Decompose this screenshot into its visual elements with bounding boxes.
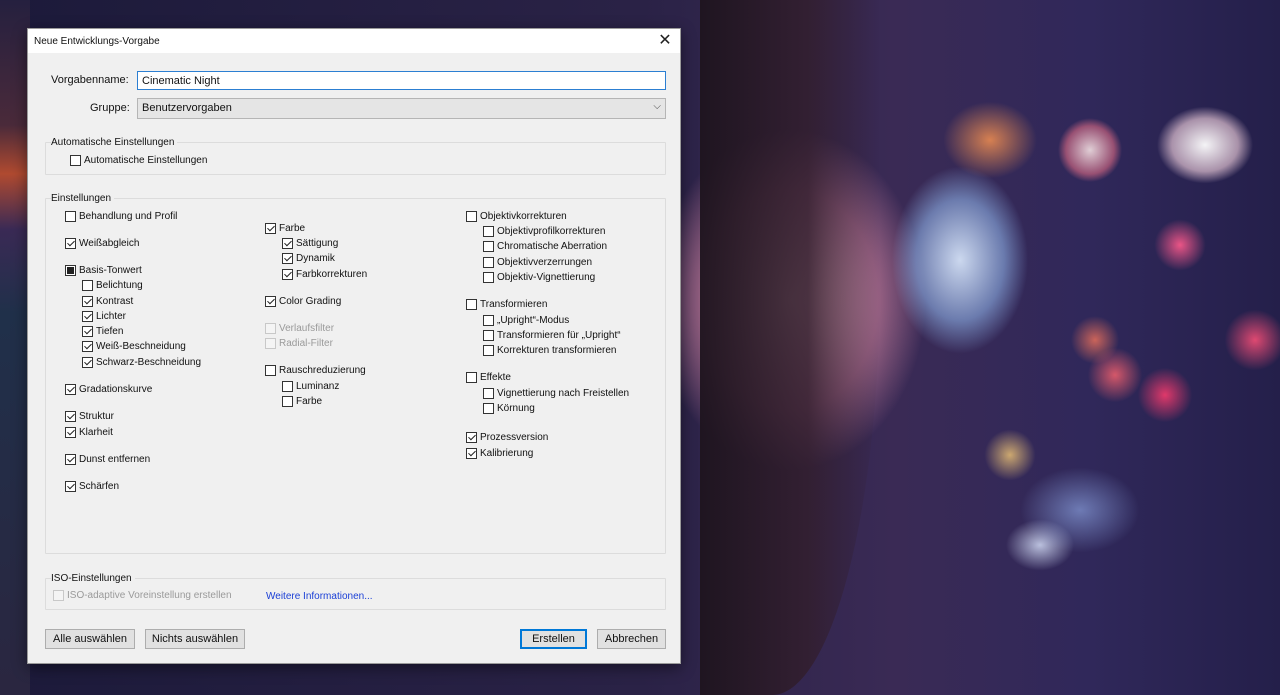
checkbox-schwarz-beschneidung[interactable]: Schwarz-Beschneidung [82, 356, 201, 368]
checkbox-verlaufsfilter[interactable]: Verlaufsfilter [265, 322, 334, 334]
checkbox-kontrast[interactable]: Kontrast [82, 295, 133, 307]
checkbox-objektivprofilkorrekturen[interactable]: Objektivprofilkorrekturen [483, 225, 605, 237]
checkbox-prozessversion[interactable]: Prozessversion [466, 431, 548, 443]
checkbox-schaerfen[interactable]: Schärfen [65, 480, 119, 492]
checkbox-korrekturen-transformieren[interactable]: Korrekturen transformieren [483, 344, 617, 356]
checkbox-transformieren-upright[interactable]: Transformieren für „Upright“ [483, 329, 621, 341]
checkbox-rauschreduzierung[interactable]: Rauschreduzierung [265, 364, 366, 376]
new-develop-preset-dialog: Neue Entwicklungs-Vorgabe ✕ Vorgabenname… [27, 28, 681, 664]
checkbox-dynamik[interactable]: Dynamik [282, 252, 335, 264]
checkbox-weiss-beschneidung[interactable]: Weiß-Beschneidung [82, 340, 186, 352]
checkbox-struktur[interactable]: Struktur [65, 410, 114, 422]
checkbox-objektivkorrekturen[interactable]: Objektivkorrekturen [466, 210, 567, 222]
close-icon[interactable]: ✕ [652, 29, 678, 53]
checkbox-saettigung[interactable]: Sättigung [282, 237, 338, 249]
select-all-button[interactable]: Alle auswählen [45, 629, 135, 649]
checkbox-weissabgleich[interactable]: Weißabgleich [65, 237, 139, 249]
checkbox-koernung[interactable]: Körnung [483, 402, 535, 414]
iso-settings-title: ISO-Einstellungen [51, 573, 135, 584]
checkbox-transformieren[interactable]: Transformieren [466, 298, 547, 310]
group-select-value: Benutzervorgaben [142, 102, 232, 114]
checkbox-color-grading[interactable]: Color Grading [265, 295, 341, 307]
dialog-titlebar: Neue Entwicklungs-Vorgabe ✕ [28, 29, 680, 53]
checkbox-klarheit[interactable]: Klarheit [65, 426, 113, 438]
create-button[interactable]: Erstellen [520, 629, 587, 649]
group-label: Gruppe: [90, 102, 130, 114]
checkbox-farbe[interactable]: Farbe [265, 222, 305, 234]
preset-name-label: Vorgabenname: [51, 74, 129, 86]
checkbox-chromatische-aberration[interactable]: Chromatische Aberration [483, 240, 607, 252]
cancel-button[interactable]: Abbrechen [597, 629, 666, 649]
checkbox-objektiv-vignettierung[interactable]: Objektiv-Vignettierung [483, 271, 595, 283]
checkbox-kalibrierung[interactable]: Kalibrierung [466, 447, 533, 459]
auto-settings-checkbox[interactable]: Automatische Einstellungen [70, 154, 207, 166]
more-info-link[interactable]: Weitere Informationen... [266, 591, 373, 602]
checkbox-farbe-rauschen[interactable]: Farbe [282, 395, 322, 407]
checkbox-gradationskurve[interactable]: Gradationskurve [65, 383, 152, 395]
checkbox-behandlung-profil[interactable]: Behandlung und Profil [65, 210, 177, 222]
checkbox-vignettierung-freistellen[interactable]: Vignettierung nach Freistellen [483, 387, 629, 399]
checkbox-effekte[interactable]: Effekte [466, 371, 511, 383]
checkbox-lichter[interactable]: Lichter [82, 310, 126, 322]
group-select[interactable]: Benutzervorgaben ⌵ [137, 98, 666, 119]
chevron-down-icon: ⌵ [653, 101, 661, 112]
preset-name-input[interactable] [137, 71, 666, 90]
select-none-button[interactable]: Nichts auswählen [145, 629, 245, 649]
auto-settings-title: Automatische Einstellungen [51, 137, 178, 148]
checkbox-tiefen[interactable]: Tiefen [82, 325, 123, 337]
checkbox-radial-filter[interactable]: Radial-Filter [265, 337, 333, 349]
checkbox-dunst-entfernen[interactable]: Dunst entfernen [65, 453, 150, 465]
checkbox-luminanz[interactable]: Luminanz [282, 380, 339, 392]
checkbox-farbkorrekturen[interactable]: Farbkorrekturen [282, 268, 367, 280]
settings-title: Einstellungen [51, 193, 115, 204]
checkbox-belichtung[interactable]: Belichtung [82, 279, 143, 291]
checkbox-objektivverzerrungen[interactable]: Objektivverzerrungen [483, 256, 592, 268]
checkbox-upright-modus[interactable]: „Upright“-Modus [483, 314, 569, 326]
checkbox-iso-adaptive[interactable]: ISO-adaptive Voreinstellung erstellen [53, 589, 232, 601]
checkbox-basis-tonwert[interactable]: Basis-Tonwert [65, 264, 142, 276]
dialog-title: Neue Entwicklungs-Vorgabe [34, 36, 160, 47]
